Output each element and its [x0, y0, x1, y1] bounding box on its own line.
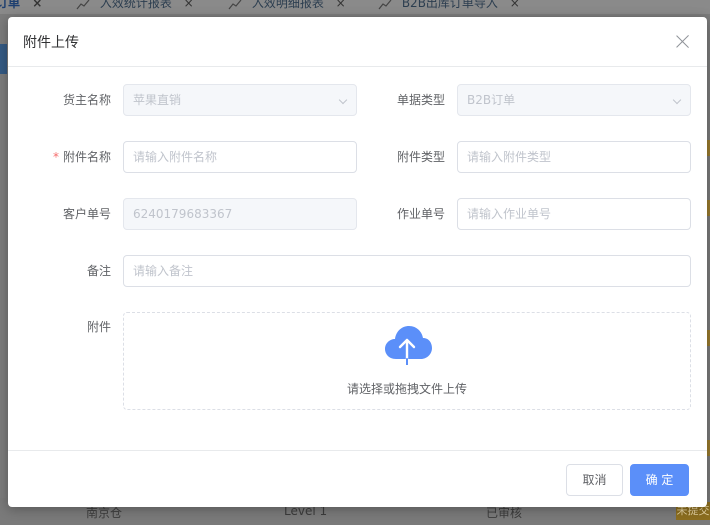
file-upload-dropzone[interactable]: 请选择或拖拽文件上传 [123, 312, 691, 410]
attach-name-label-text: 附件名称 [62, 150, 111, 164]
background-tab[interactable]: 订单 × [0, 0, 42, 14]
attach-name-input[interactable] [123, 141, 357, 173]
owner-select[interactable]: 苹果直销 [123, 84, 357, 116]
close-icon[interactable]: × [510, 0, 520, 10]
chevron-down-icon [672, 95, 682, 105]
remark-label: 备注 [86, 264, 111, 278]
background-tab[interactable]: 入效统计报表 × [76, 0, 194, 14]
doc-type-select[interactable]: B2B订单 [457, 84, 691, 116]
customer-no-input[interactable] [123, 198, 357, 230]
background-tab-label: 入效明细报表 [251, 0, 324, 10]
job-no-label: 作业单号 [396, 207, 445, 221]
owner-label: 货主名称 [62, 93, 111, 107]
close-icon[interactable]: × [32, 0, 42, 10]
owner-value: 苹果直销 [133, 93, 182, 107]
background-tab[interactable]: B2B出库订单导入 × [378, 0, 520, 14]
attachment-upload-dialog: 附件上传 货主名称 苹果直销 单据类型 B2B订单 *附件名称 附件类型 客户单… [8, 17, 707, 507]
attach-type-input[interactable] [457, 141, 691, 173]
dialog-title: 附件上传 [23, 35, 79, 51]
upload-hint: 请选择或拖拽文件上传 [346, 382, 467, 396]
customer-no-label: 客户单号 [62, 207, 111, 221]
doc-type-value: B2B订单 [467, 93, 516, 107]
chart-icon [228, 0, 242, 9]
background-tab[interactable]: 入效明细报表 × [228, 0, 346, 14]
close-icon[interactable]: × [184, 0, 194, 10]
job-no-input[interactable] [457, 198, 691, 230]
dialog-footer: 取消 确 定 [8, 450, 707, 507]
close-icon[interactable]: × [336, 0, 346, 10]
cancel-button[interactable]: 取消 [566, 464, 623, 496]
background-tab-label: 订单 [0, 0, 21, 10]
cloud-upload-icon [385, 326, 432, 365]
doc-type-label: 单据类型 [396, 93, 445, 107]
attach-type-label: 附件类型 [396, 150, 445, 164]
background-accent [0, 44, 7, 74]
required-mark: * [52, 150, 59, 164]
remark-input[interactable] [123, 255, 691, 287]
close-icon[interactable] [675, 33, 691, 49]
dialog-header: 附件上传 [8, 17, 707, 67]
background-tab-label: B2B出库订单导入 [401, 0, 498, 10]
chart-icon [76, 0, 90, 9]
chart-icon [378, 0, 392, 9]
attachment-label: 附件 [86, 320, 111, 334]
background-tab-bar: 订单 × 入效统计报表 × 入效明细报表 × B2B出库订单导入 × [0, 0, 710, 14]
background-tab-label: 入效统计报表 [99, 0, 172, 10]
confirm-button[interactable]: 确 定 [630, 464, 689, 496]
attach-name-label: * 附件名称 [8, 141, 111, 173]
